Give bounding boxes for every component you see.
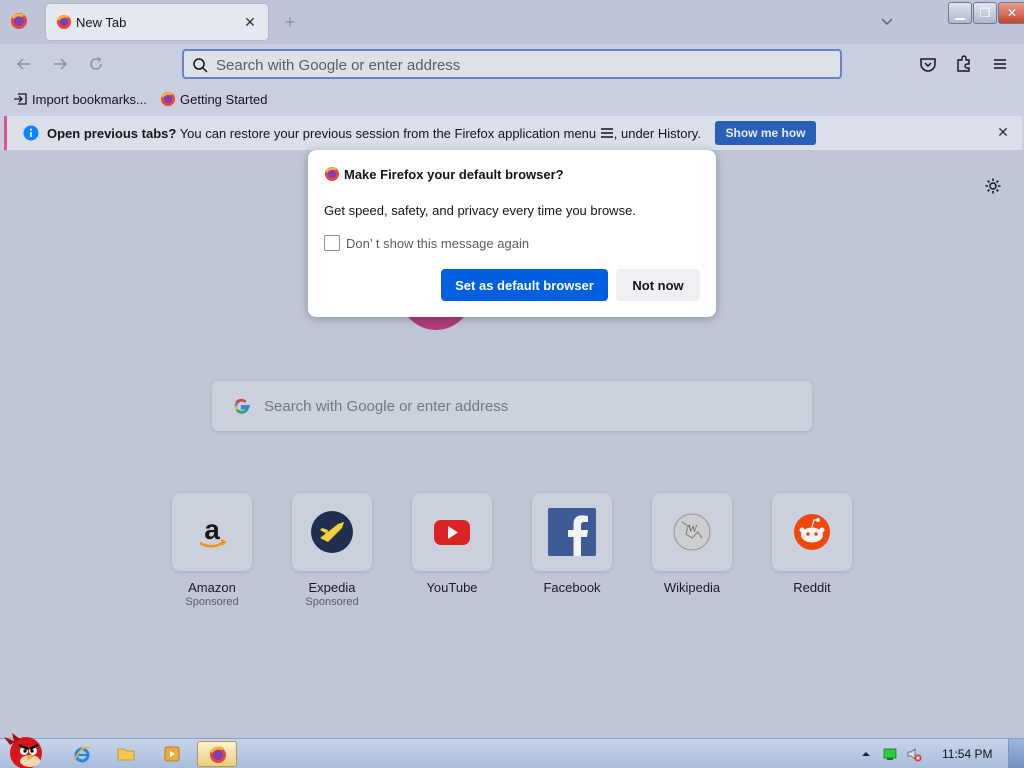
bookmark-label: Getting Started xyxy=(180,91,268,107)
arrow-left-icon xyxy=(16,58,30,70)
volume-control[interactable] xyxy=(906,746,922,762)
close-notification-icon[interactable]: ✕ xyxy=(995,124,1011,140)
default-browser-dialog: Make Firefox your default browser? Get s… xyxy=(308,150,716,317)
import-icon xyxy=(14,93,27,105)
close-tab-icon[interactable]: ✕ xyxy=(240,12,260,32)
bookmark-label: Import bookmarks... xyxy=(32,91,147,107)
show-me-how-button[interactable]: Show me how xyxy=(715,121,816,145)
arrow-right-icon xyxy=(54,58,68,70)
firefox-icon xyxy=(161,92,175,106)
dialog-body: Get speed, safety, and privacy every tim… xyxy=(324,203,636,218)
bookmark-getting-started[interactable]: Getting Started xyxy=(160,90,267,108)
taskbar-firefox[interactable] xyxy=(197,741,237,767)
hamburger-icon xyxy=(600,128,613,138)
save-to-pocket-button[interactable] xyxy=(918,54,938,74)
minimize-icon: ▁ xyxy=(955,6,965,20)
search-icon xyxy=(193,58,208,73)
system-clock[interactable]: 11:54 PM xyxy=(942,747,992,761)
taskbar: 11:54 PM xyxy=(0,733,1024,768)
set-default-browser-button[interactable]: Set as default browser xyxy=(441,269,608,301)
info-icon xyxy=(23,125,39,141)
notification-message: Open previous tabs? You can restore your… xyxy=(47,126,701,141)
puzzle-icon xyxy=(957,55,970,72)
dont-show-again-checkbox[interactable] xyxy=(324,235,340,251)
firefox-icon xyxy=(325,167,339,181)
internet-explorer-icon xyxy=(73,746,91,763)
start-button[interactable] xyxy=(0,729,48,768)
tab-new-tab[interactable]: New Tab ✕ xyxy=(46,4,268,40)
dont-show-again-label[interactable]: Don’ t show this message again xyxy=(346,236,529,251)
restore-button[interactable]: ❐ xyxy=(973,2,997,24)
session-restore-notification: Open previous tabs? You can restore your… xyxy=(4,116,1022,150)
folder-icon xyxy=(117,748,135,761)
reload-icon xyxy=(90,57,102,70)
restore-icon: ❐ xyxy=(979,6,991,20)
hamburger-icon xyxy=(994,59,1006,69)
chevron-up-icon xyxy=(862,752,870,756)
new-tab-button[interactable]: + xyxy=(280,12,300,32)
navigation-toolbar xyxy=(0,44,1024,84)
taskbar-file-explorer[interactable] xyxy=(106,741,146,767)
bookmark-import[interactable]: Import bookmarks... xyxy=(12,90,147,108)
show-desktop-button[interactable] xyxy=(1008,739,1024,768)
firefox-icon xyxy=(57,15,71,29)
show-hidden-icons-button[interactable] xyxy=(858,746,874,762)
volume-muted-icon xyxy=(907,748,922,762)
network-icon xyxy=(883,748,897,760)
media-player-icon xyxy=(164,746,180,762)
notification-text: You can restore your previous session fr… xyxy=(176,126,600,141)
firefox-icon xyxy=(11,13,27,29)
window-controls: ▁ ❐ ✕ xyxy=(948,2,1024,24)
tab-strip: New Tab ✕ + ▁ ❐ ✕ xyxy=(0,0,1024,44)
angry-bird-start-icon xyxy=(4,733,42,768)
dialog-title: Make Firefox your default browser? xyxy=(344,167,564,182)
address-bar[interactable] xyxy=(182,49,842,79)
tab-title: New Tab xyxy=(76,15,127,30)
network-status[interactable] xyxy=(882,746,898,762)
pocket-icon xyxy=(920,58,936,72)
bookmarks-toolbar: Import bookmarks... Getting Started xyxy=(0,84,1024,114)
taskbar-internet-explorer[interactable] xyxy=(62,741,102,767)
list-all-tabs-button[interactable] xyxy=(878,12,896,30)
extensions-button[interactable] xyxy=(954,54,974,74)
taskbar-media-player[interactable] xyxy=(152,741,192,767)
back-button[interactable] xyxy=(14,54,34,74)
reload-button[interactable] xyxy=(86,54,106,74)
close-icon: ✕ xyxy=(1006,6,1018,20)
chevron-down-icon xyxy=(881,18,893,26)
not-now-button[interactable]: Not now xyxy=(616,269,700,301)
firefox-icon xyxy=(209,746,226,763)
app-menu-button[interactable] xyxy=(990,54,1010,74)
minimize-button[interactable]: ▁ xyxy=(948,2,972,24)
firefox-view-button[interactable] xyxy=(8,10,30,32)
notification-heading: Open previous tabs? xyxy=(47,126,177,141)
notification-text-after: , under History. xyxy=(613,126,701,141)
forward-button[interactable] xyxy=(50,54,70,74)
close-window-button[interactable]: ✕ xyxy=(998,2,1024,24)
address-input[interactable] xyxy=(216,55,816,75)
